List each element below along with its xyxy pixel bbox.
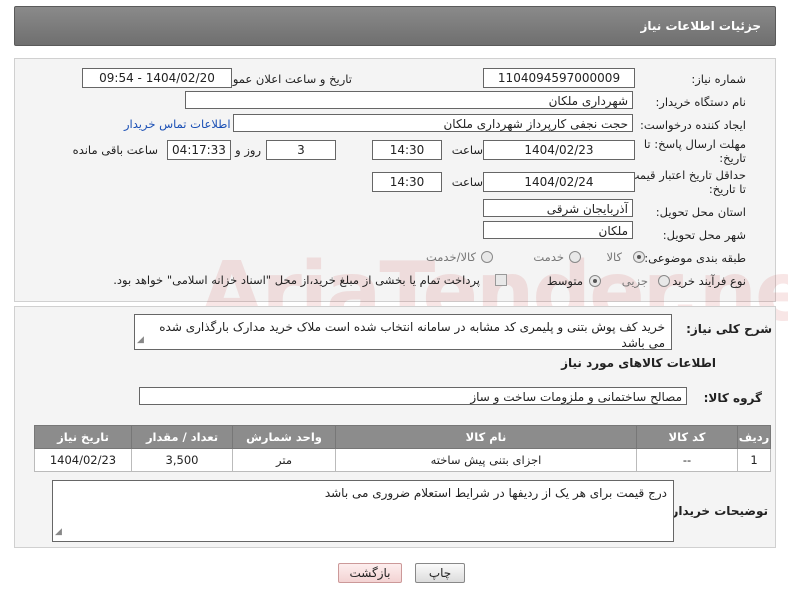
category-goods-radio[interactable] xyxy=(633,251,645,263)
process-label: نوع فرآیند خرید : xyxy=(664,274,746,288)
contact-info-link[interactable]: اطلاعات تماس خریدار xyxy=(124,117,231,131)
description-label: شرح کلی نیاز: xyxy=(686,322,772,336)
province-field: آذربایجان شرقی xyxy=(483,199,633,217)
city-field: ملکان xyxy=(483,221,633,239)
days-label: روز و xyxy=(235,143,261,157)
col-name: نام کالا xyxy=(335,425,637,449)
col-date: تاریخ نیاز xyxy=(34,425,132,449)
category-service-label: خدمت xyxy=(533,250,564,264)
col-code: کد کالا xyxy=(636,425,738,449)
category-label: طبقه بندی موضوعی: xyxy=(644,251,746,265)
process-minor-radio[interactable] xyxy=(658,275,670,287)
goods-section-title: اطلاعات کالاهای مورد نیاز xyxy=(561,356,716,370)
col-row: ردیف xyxy=(737,425,771,449)
category-both-label: کالا/خدمت xyxy=(425,250,476,264)
panel-header: جزئیات اطلاعات نیاز xyxy=(14,6,776,46)
treasury-payment-checkbox[interactable] xyxy=(495,274,507,286)
remaining-time-field: 04:17:33 xyxy=(167,140,231,160)
table-row[interactable]: 1 -- اجزای بتنی پیش ساخته متر 3,500 1404… xyxy=(34,448,771,472)
cell-unit: متر xyxy=(232,448,336,472)
back-button[interactable]: بازگشت xyxy=(338,563,402,583)
deadline-time-field: 14:30 xyxy=(372,140,442,160)
resize-grip-icon[interactable]: ◢ xyxy=(137,332,144,348)
validity-date-field: 1404/02/24 xyxy=(483,172,635,192)
requester-label: ایجاد کننده درخواست: xyxy=(640,118,746,132)
goods-table: ردیف کد کالا نام کالا واحد شمارش تعداد /… xyxy=(34,425,771,472)
resize-grip-icon[interactable]: ◢ xyxy=(55,524,62,540)
goods-group-field: مصالح ساختمانی و ملزومات ساخت و ساز xyxy=(139,387,687,405)
announce-field: 1404/02/20 - 09:54 xyxy=(82,68,232,88)
cell-date: 1404/02/23 xyxy=(34,448,132,472)
description-textarea: خرید کف پوش بتنی و پلیمری کد مشابه در سا… xyxy=(134,314,672,350)
province-label: استان محل تحویل: xyxy=(655,205,746,219)
remaining-time-label: ساعت باقی مانده xyxy=(72,143,158,157)
announce-label: تاریخ و ساعت اعلان عمومی: xyxy=(213,72,352,86)
goods-group-label: گروه کالا: xyxy=(703,391,762,405)
description-text: خرید کف پوش بتنی و پلیمری کد مشابه در سا… xyxy=(159,320,665,350)
process-minor-label: جزیی xyxy=(621,274,648,288)
cell-code: -- xyxy=(636,448,738,472)
requester-field: حجت نجفی کارپرداز شهرداری ملکان xyxy=(233,114,633,132)
validity-time-field: 14:30 xyxy=(372,172,442,192)
buyer-notes-textarea: درج قیمت برای هر یک از ردیفها در شرایط ا… xyxy=(52,480,674,542)
buyer-notes-label: توضیحات خریدار: xyxy=(666,504,768,518)
deadline-date-field: 1404/02/23 xyxy=(483,140,635,160)
buyer-org-field: شهرداری ملکان xyxy=(185,91,633,109)
deadline-label-2: تاریخ: xyxy=(719,151,746,165)
validity-time-label: ساعت xyxy=(451,175,483,189)
days-field: 3 xyxy=(266,140,336,160)
validity-label-1: حداقل تاریخ اعتبار قیمت: xyxy=(624,168,746,182)
page-title: جزئیات اطلاعات نیاز xyxy=(640,19,761,33)
city-label: شهر محل تحویل: xyxy=(662,228,746,242)
treasury-payment-note: پرداخت تمام یا بخشی از مبلغ خرید،از محل … xyxy=(113,273,480,287)
need-number-field: 1104094597000009 xyxy=(483,68,635,88)
deadline-label-1: مهلت ارسال پاسخ: تا xyxy=(643,137,746,151)
cell-row: 1 xyxy=(737,448,771,472)
cell-name: اجزای بتنی پیش ساخته xyxy=(335,448,637,472)
col-unit: واحد شمارش xyxy=(232,425,336,449)
process-medium-label: متوسط xyxy=(546,274,583,288)
category-service-radio[interactable] xyxy=(569,251,581,263)
col-qty: تعداد / مقدار xyxy=(131,425,233,449)
print-button[interactable]: چاپ xyxy=(415,563,465,583)
category-goods-label: کالا xyxy=(606,250,622,264)
category-both-radio[interactable] xyxy=(481,251,493,263)
buyer-org-label: نام دستگاه خریدار: xyxy=(655,95,746,109)
deadline-time-label: ساعت xyxy=(451,143,483,157)
validity-label-2: تا تاریخ: xyxy=(708,182,746,196)
buyer-notes-text: درج قیمت برای هر یک از ردیفها در شرایط ا… xyxy=(324,486,667,500)
process-medium-radio[interactable] xyxy=(589,275,601,287)
need-number-label: شماره نیاز: xyxy=(691,72,746,86)
cell-qty: 3,500 xyxy=(131,448,233,472)
